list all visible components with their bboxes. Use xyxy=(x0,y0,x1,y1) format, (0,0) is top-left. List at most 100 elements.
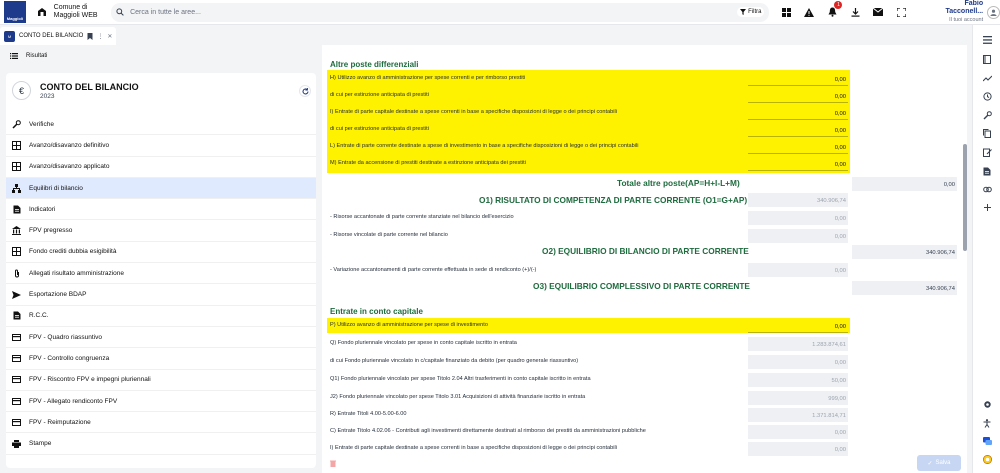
sidebar-item-esportazione-bdap[interactable]: Esportazione BDAP xyxy=(6,284,316,306)
menu-icon[interactable] xyxy=(982,35,992,45)
row2-input[interactable]: 1.371.814,71 xyxy=(748,408,848,422)
row1-input[interactable]: 0,00 xyxy=(748,72,848,86)
sidebar-item-indicatori[interactable]: Indicatori xyxy=(6,199,316,221)
global-search[interactable]: Cerca in tutte le aree... Filtra xyxy=(111,2,770,22)
book-icon[interactable] xyxy=(982,54,992,64)
filter-label: Filtra xyxy=(748,9,762,15)
warning-icon[interactable] xyxy=(801,4,817,20)
sidebar-menu: Verifiche Avanzo/disavanzo definitivo Avan… xyxy=(6,114,316,455)
sidebar-item-stampe[interactable]: Stampe xyxy=(6,433,316,455)
sidebar-item-verifiche[interactable]: Verifiche xyxy=(6,114,316,136)
document-icon xyxy=(12,205,21,214)
row1-input[interactable]: 0,00 xyxy=(748,140,848,154)
row2-input[interactable]: 999,00 xyxy=(748,391,848,405)
link-icon[interactable] xyxy=(982,184,992,194)
sidebar-item-label: Esportazione BDAP xyxy=(29,291,87,299)
row1-input[interactable]: 0,00 xyxy=(748,106,848,120)
history-icon[interactable] xyxy=(982,91,992,101)
close-icon[interactable]: ✕ xyxy=(107,33,112,40)
brand-line2: Maggioli WEB xyxy=(53,12,98,19)
row1-label: M) Entrate da accensione di prestiti des… xyxy=(330,160,526,166)
tab-app-icon: M xyxy=(4,30,15,42)
app-logo[interactable]: Maggioli xyxy=(4,1,26,23)
user-name: Fabio Tacconell... xyxy=(945,0,984,15)
sidebar-item-fpv-riscontro-fpv-e-impegni-pluriennali[interactable]: FPV - Riscontro FPV e impegni pluriennal… xyxy=(6,370,316,391)
pin-icon[interactable] xyxy=(87,32,93,40)
mail-icon[interactable] xyxy=(870,4,886,20)
home-icon[interactable] xyxy=(35,5,49,19)
bell-icon[interactable]: 1 xyxy=(824,1,843,20)
sidebar-item-label: Allegati risultato amministrazione xyxy=(29,269,125,277)
sidebar-item-fpv-controllo-congruenza[interactable]: FPV - Controllo congruenza xyxy=(6,348,316,370)
support-icon[interactable] xyxy=(982,454,992,464)
main-scrollbar[interactable] xyxy=(962,45,968,473)
sidebar-item-fondo-crediti-dubbia-esigibilit[interactable]: Fondo crediti dubbia esigibilità xyxy=(6,242,316,264)
notification-badge: 1 xyxy=(834,1,843,9)
o2-label: O2) EQUILIBRIO DI BILANCIO DI PARTE CORR… xyxy=(542,246,749,256)
o1-row-input[interactable]: 0,00 xyxy=(748,229,848,243)
edit-icon[interactable] xyxy=(982,147,992,157)
row1-input[interactable]: 0,00 xyxy=(748,157,848,171)
document-icon[interactable] xyxy=(982,166,992,176)
filter-button[interactable]: Filtra xyxy=(737,7,765,17)
row1-input[interactable]: 0,00 xyxy=(748,89,848,103)
row2-input[interactable]: 0,00 xyxy=(748,355,848,369)
total-altre-poste-label: Totale altre poste(AP=H+I-L+M) xyxy=(617,178,740,188)
o2-row-value[interactable]: 0,00 xyxy=(748,263,848,277)
row1-input[interactable]: 0,00 xyxy=(748,123,848,137)
chat-icon[interactable] xyxy=(982,436,992,446)
sidebar-item-label: Indicatori xyxy=(29,205,56,213)
sidebar-item-fpv-quadro-riassuntivo[interactable]: FPV - Quadro riassuntivo xyxy=(6,327,316,349)
wrench-icon[interactable] xyxy=(982,110,992,120)
refresh-icon[interactable] xyxy=(299,85,311,97)
download-icon[interactable] xyxy=(847,4,863,20)
more-vertical-icon[interactable]: ⋮ xyxy=(97,33,103,40)
plus-icon[interactable] xyxy=(982,202,992,212)
o1-row-input[interactable]: 0,00 xyxy=(748,211,848,225)
card-icon xyxy=(12,375,21,384)
user-info[interactable]: Fabio Tacconell... Il tuoi account xyxy=(925,0,984,24)
sidebar-item-fpv-pregresso[interactable]: FPV pregresso xyxy=(6,220,316,242)
sidebar-item-label: Stampe xyxy=(29,440,52,448)
trash-icon[interactable] xyxy=(330,460,336,467)
tab-conto-del-bilancio[interactable]: M CONTO DEL BILANCIO ⋮ ✕ xyxy=(0,27,117,45)
sidebar-item-avanzo-disavanzo-definitivo[interactable]: Avanzo/disavanzo definitivo xyxy=(6,135,316,157)
avatar[interactable] xyxy=(987,5,1000,19)
card-icon xyxy=(12,397,21,406)
row2-label: J2) Fondo pluriennale vincolato per spes… xyxy=(330,394,586,400)
row-p-input[interactable]: 0,00 xyxy=(748,319,848,333)
copy-icon[interactable] xyxy=(982,128,992,138)
gear-icon[interactable] xyxy=(982,399,992,409)
row2-input[interactable]: 0,00 xyxy=(748,442,848,456)
row2-input[interactable]: 50,00 xyxy=(748,373,848,387)
sidebar-title: CONTO DEL BILANCIO xyxy=(40,81,139,92)
search-input[interactable]: Cerca in tutte le aree... xyxy=(130,9,737,16)
sidebar-item-label: FPV - Reimputazione xyxy=(29,418,91,426)
card-icon xyxy=(12,354,21,363)
sidebar-item-avanzo-disavanzo-applicato[interactable]: Avanzo/disavanzo applicato xyxy=(6,157,316,178)
scroll-thumb[interactable] xyxy=(963,144,967,251)
save-button[interactable]: ✓ Salva xyxy=(917,455,961,471)
row2-input[interactable]: 0,00 xyxy=(748,425,848,439)
apps-grid-icon[interactable] xyxy=(778,4,794,20)
tab-bar: M CONTO DEL BILANCIO ⋮ ✕ xyxy=(0,27,972,45)
grid-icon xyxy=(12,140,21,150)
row2-input[interactable]: 1.283.874,61 xyxy=(748,337,848,351)
fullscreen-icon[interactable] xyxy=(893,4,909,20)
results-toggle[interactable]: Risultati xyxy=(0,48,318,64)
entity-name: Comune di Maggioli WEB xyxy=(54,4,105,20)
trend-icon[interactable] xyxy=(982,73,992,83)
sidebar-item-r-c-c[interactable]: R.C.C. xyxy=(6,306,316,327)
wrench-icon xyxy=(12,119,21,129)
accessibility-icon[interactable] xyxy=(982,418,992,428)
sidebar-item-fpv-allegato-rendiconto-fpv[interactable]: FPV - Allegato rendiconto FPV xyxy=(6,391,316,413)
filter-icon xyxy=(740,9,747,15)
brand-line1: Comune di xyxy=(53,4,88,11)
sidebar-item-label: Equilibri di bilancio xyxy=(29,184,83,192)
sidebar-item-equilibri-di-bilancio[interactable]: Equilibri di bilancio xyxy=(6,177,316,200)
sidebar-item-fpv-reimputazione[interactable]: FPV - Reimputazione xyxy=(6,412,316,434)
o1-row-label: - Risorse accantonate di parte corrente … xyxy=(330,214,514,220)
grid-icon xyxy=(12,162,21,172)
sidebar-item-allegati-risultato-amministrazione[interactable]: Allegati risultato amministrazione xyxy=(6,263,316,285)
o2-row-label: - Variazione accantonamenti di parte cor… xyxy=(330,267,537,273)
